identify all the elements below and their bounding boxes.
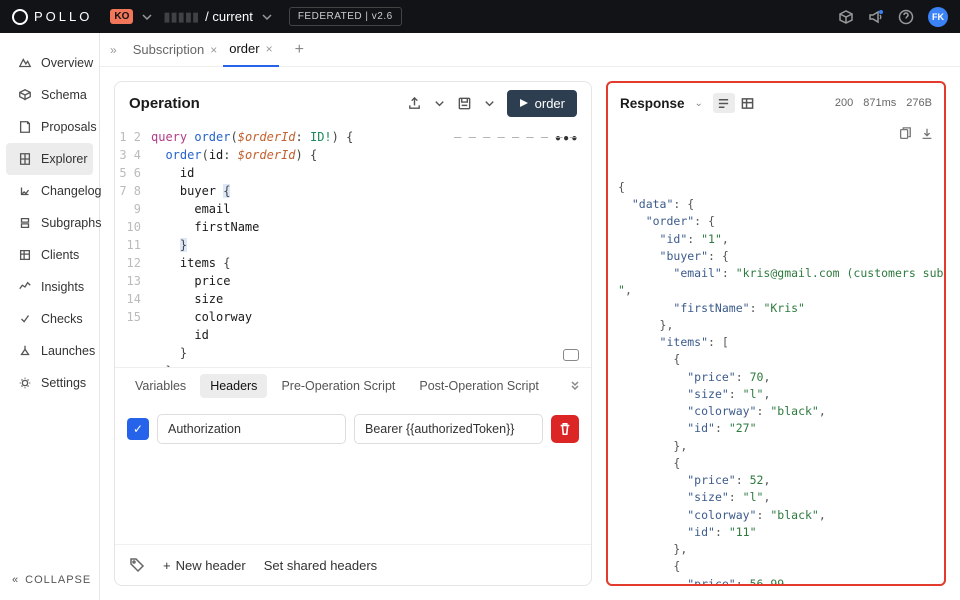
keyboard-icon[interactable]: [563, 349, 579, 361]
sidebar-item-changelog[interactable]: Changelog: [6, 175, 93, 207]
status-code: 200: [835, 97, 853, 109]
tag-icon[interactable]: [129, 557, 145, 573]
org-badge[interactable]: KO: [110, 9, 133, 24]
save-icon[interactable]: [457, 96, 472, 111]
chevron-down-icon[interactable]: [432, 96, 447, 111]
bottom-tab-variables[interactable]: Variables: [125, 374, 196, 398]
logo[interactable]: POLLO: [12, 9, 92, 25]
sandbox-icon[interactable]: [838, 9, 854, 25]
announcement-icon[interactable]: [868, 9, 884, 25]
logo-text: POLLO: [34, 9, 92, 24]
add-tab-button[interactable]: +: [289, 41, 310, 59]
header-enabled-checkbox[interactable]: ✓: [127, 418, 149, 440]
sidebar-item-overview[interactable]: Overview: [6, 47, 93, 79]
topbar: POLLO KO ▮▮▮▮▮ / current FEDERATED | v2.…: [0, 0, 960, 33]
response-body[interactable]: { "data": { "order": { "id": "1", "buyer…: [608, 123, 944, 584]
download-icon[interactable]: [920, 127, 934, 141]
close-icon[interactable]: ×: [266, 42, 273, 56]
changelog-icon: [18, 184, 32, 198]
sidebar-item-checks[interactable]: Checks: [6, 303, 93, 335]
chevron-down-icon[interactable]: ⌄: [695, 98, 703, 109]
collapse-markers: – – – – – – – – –: [454, 128, 577, 146]
share-icon[interactable]: [407, 96, 422, 111]
launches-icon: [18, 344, 32, 358]
sidebar-item-explorer[interactable]: Explorer: [6, 143, 93, 175]
settings-icon: [18, 376, 32, 390]
bottom-tab-post-operation-script[interactable]: Post-Operation Script: [409, 374, 549, 398]
avatar[interactable]: FK: [928, 7, 948, 27]
sidebar-item-schema[interactable]: Schema: [6, 79, 93, 111]
clients-icon: [18, 248, 32, 262]
view-table-button[interactable]: [737, 93, 759, 113]
response-size: 276B: [906, 97, 932, 109]
proposals-icon: [18, 120, 32, 134]
tabs-row: » Subscription×order× +: [100, 33, 960, 67]
query-editor[interactable]: 1 2 3 4 5 6 7 8 9 10 11 12 13 14 15 quer…: [115, 124, 591, 367]
tab-order[interactable]: order×: [223, 33, 278, 67]
view-json-button[interactable]: [713, 93, 735, 113]
header-value-input[interactable]: [354, 414, 543, 444]
schema-icon: [18, 88, 32, 102]
response-panel: Response ⌄ 200 871ms 276B: [606, 81, 946, 586]
run-button[interactable]: order: [507, 90, 577, 117]
chevron-down-icon: [259, 9, 275, 25]
federation-badge: FEDERATED | v2.6: [289, 7, 402, 26]
operation-panel: Operation order 1 2 3 4 5 6 7 8 9 10 11 …: [114, 81, 592, 586]
breadcrumb[interactable]: ▮▮▮▮▮ / current: [163, 9, 274, 25]
response-time: 871ms: [863, 97, 896, 109]
checks-icon: [18, 312, 32, 326]
sidebar-item-launches[interactable]: Launches: [6, 335, 93, 367]
sidebar-item-proposals[interactable]: Proposals: [6, 111, 93, 143]
shared-headers-button[interactable]: Set shared headers: [264, 558, 377, 573]
delete-header-button[interactable]: [551, 415, 579, 443]
collapse-panel-icon[interactable]: [569, 379, 581, 394]
logo-icon: [12, 9, 28, 25]
insights-icon: [18, 280, 32, 294]
subgraphs-icon: [18, 216, 32, 230]
bottom-tab-headers[interactable]: Headers: [200, 374, 267, 398]
trash-icon: [558, 422, 572, 436]
close-icon[interactable]: ×: [210, 43, 217, 57]
sidebar-item-settings[interactable]: Settings: [6, 367, 93, 399]
sidebar-item-clients[interactable]: Clients: [6, 239, 93, 271]
collapse-button[interactable]: « COLLAPSE: [0, 560, 99, 600]
play-icon: [519, 98, 529, 108]
header-key-input[interactable]: [157, 414, 346, 444]
overview-icon: [18, 56, 32, 70]
new-header-button[interactable]: +New header: [163, 558, 246, 573]
sidebar: OverviewSchemaProposalsExplorerChangelog…: [0, 33, 100, 600]
chevron-down-icon[interactable]: [482, 96, 497, 111]
chevron-down-icon[interactable]: [139, 9, 155, 25]
header-row: ✓: [127, 414, 579, 444]
bottom-tab-pre-operation-script[interactable]: Pre-Operation Script: [271, 374, 405, 398]
sidebar-item-subgraphs[interactable]: Subgraphs: [6, 207, 93, 239]
copy-icon[interactable]: [898, 127, 912, 141]
operation-title: Operation: [129, 95, 200, 112]
help-icon[interactable]: [898, 9, 914, 25]
tabs-overflow-icon[interactable]: »: [110, 43, 117, 57]
response-title: Response: [620, 96, 685, 111]
sidebar-item-insights[interactable]: Insights: [6, 271, 93, 303]
explorer-icon: [18, 152, 32, 166]
tab-subscription[interactable]: Subscription×: [127, 33, 224, 67]
